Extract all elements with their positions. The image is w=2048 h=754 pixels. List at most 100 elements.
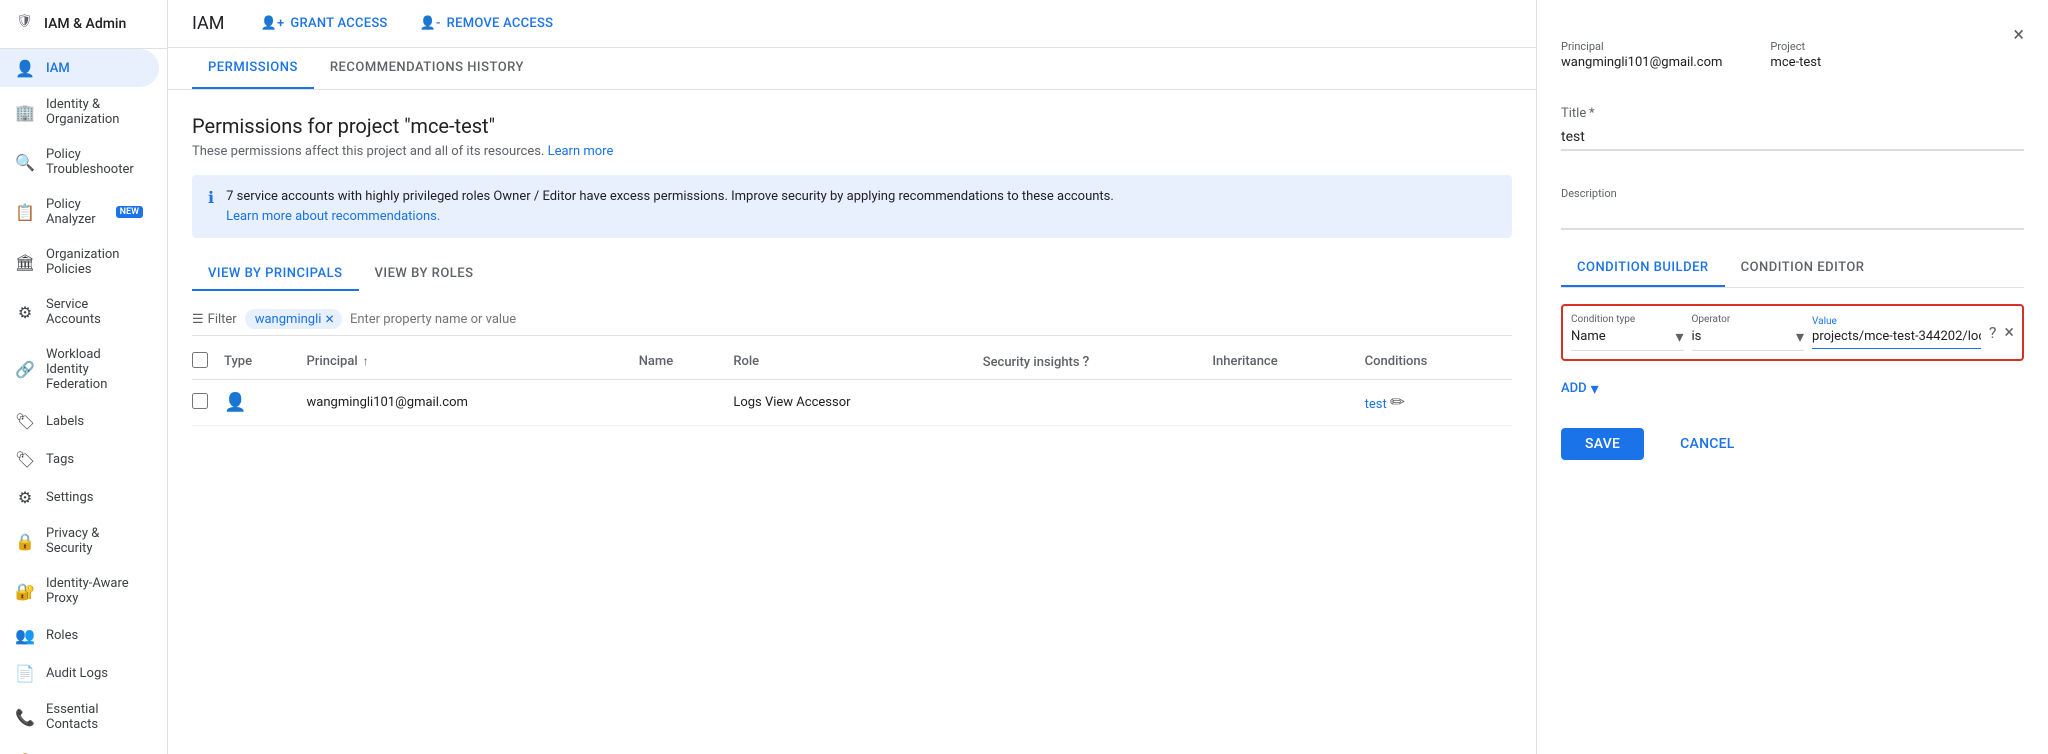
- table-row: 👤 wangmingli101@gmail.com Logs View Acce…: [192, 380, 1512, 426]
- panel-meta: Principal wangmingli101@gmail.com Projec…: [1561, 40, 2024, 70]
- sidebar-item-workload-identity-label: Workload Identity Federation: [46, 347, 143, 392]
- row-checkbox[interactable]: [192, 393, 208, 409]
- project-label: Project: [1770, 40, 1821, 53]
- principal-sort-icon: ↑: [363, 354, 369, 368]
- col-conditions: Conditions: [1365, 344, 1512, 380]
- add-button[interactable]: ADD ▾: [1561, 373, 2024, 404]
- sidebar-item-privacy-security[interactable]: 🔒 Privacy & Security: [0, 516, 159, 566]
- sidebar-item-policy-analyzer[interactable]: 📋 Policy Analyzer NEW: [0, 187, 159, 237]
- sidebar: 🛡 IAM & Admin 👤 IAM 🏢 Identity & Organiz…: [0, 0, 168, 754]
- sidebar-item-roles[interactable]: 👥 Roles: [0, 616, 159, 654]
- app-header: 🛡 IAM & Admin: [0, 0, 167, 49]
- grant-access-button[interactable]: 👤+ GRANT ACCESS: [249, 10, 400, 37]
- value-label: Value: [1812, 316, 1981, 327]
- col-type: Type: [224, 344, 307, 380]
- view-by-roles-button[interactable]: VIEW BY ROLES: [359, 258, 490, 291]
- alert-box: ℹ 7 service accounts with highly privile…: [192, 175, 1512, 238]
- condition-builder-tab[interactable]: CONDITION BUILDER: [1561, 250, 1725, 287]
- audit-logs-icon: 📄: [16, 664, 34, 682]
- panel-meta-principal: Principal wangmingli101@gmail.com: [1561, 40, 1722, 70]
- condition-close-icon[interactable]: ×: [2004, 322, 2014, 343]
- condition-type-select[interactable]: Name: [1571, 329, 1675, 344]
- sidebar-item-policy-troubleshooter[interactable]: 🔍 Policy Troubleshooter: [0, 137, 159, 187]
- panel-close-button[interactable]: ×: [2013, 24, 2024, 44]
- title-label: Title *: [1561, 106, 2024, 121]
- sidebar-item-policy-troubleshooter-label: Policy Troubleshooter: [46, 147, 143, 177]
- person-icon: 👤: [224, 392, 246, 413]
- condition-editor-tab[interactable]: CONDITION EDITOR: [1725, 250, 1881, 287]
- sidebar-item-org-policies[interactable]: 🏛 Organization Policies: [0, 237, 159, 287]
- remove-access-button[interactable]: 👤- REMOVE ACCESS: [408, 10, 566, 37]
- learn-more-link[interactable]: Learn more: [548, 144, 614, 159]
- cell-conditions: test ✏: [1365, 380, 1512, 426]
- sidebar-item-audit-logs[interactable]: 📄 Audit Logs: [0, 654, 159, 692]
- title-input[interactable]: [1561, 121, 2024, 150]
- col-security-insights: Security insights ?: [983, 344, 1213, 380]
- value-input[interactable]: [1812, 329, 1981, 348]
- filter-input[interactable]: [350, 312, 1512, 327]
- col-name: Name: [639, 344, 734, 380]
- col-principal[interactable]: Principal ↑: [307, 344, 639, 380]
- filter-chip-remove[interactable]: ×: [325, 311, 334, 327]
- remove-access-label: REMOVE ACCESS: [447, 16, 554, 31]
- policy-troubleshooter-icon: 🔍: [16, 153, 34, 171]
- cell-name: [639, 380, 734, 426]
- sidebar-item-settings[interactable]: ⚙ Settings: [0, 478, 159, 516]
- condition-type-arrow: ▾: [1675, 327, 1683, 346]
- sidebar-item-privacy-security-label: Privacy & Security: [46, 526, 143, 556]
- roles-icon: 👥: [16, 626, 34, 644]
- settings-icon: ⚙: [16, 488, 34, 506]
- grant-access-icon: 👤+: [261, 16, 285, 31]
- right-panel: × Principal wangmingli101@gmail.com Proj…: [1536, 0, 2048, 754]
- top-bar-actions: 👤+ GRANT ACCESS 👤- REMOVE ACCESS: [249, 10, 566, 37]
- save-button[interactable]: SAVE: [1561, 428, 1644, 460]
- main-tabs: PERMISSIONS RECOMMENDATIONS HISTORY: [168, 48, 1536, 90]
- sidebar-item-policy-analyzer-label: Policy Analyzer: [46, 197, 110, 227]
- sidebar-item-tags-label: Tags: [46, 452, 74, 467]
- sidebar-item-identity-org[interactable]: 🏢 Identity & Organization: [0, 87, 159, 137]
- sidebar-item-workload-identity[interactable]: 🔗 Workload Identity Federation: [0, 337, 159, 402]
- sidebar-item-roles-label: Roles: [46, 628, 78, 643]
- sidebar-item-service-accounts[interactable]: ⚙ Service Accounts: [0, 287, 159, 337]
- security-insights-help-icon[interactable]: ?: [1083, 354, 1090, 370]
- condition-row: Condition type Name ▾ Operator is ▾ Valu…: [1561, 304, 2024, 361]
- panel-actions: SAVE CANCEL: [1561, 428, 2024, 460]
- principal-label: Principal: [1561, 40, 1722, 53]
- condition-help-icon[interactable]: ?: [1989, 323, 1997, 342]
- sidebar-item-tags[interactable]: 🏷 Tags: [0, 440, 159, 478]
- title-field-wrapper: Title *: [1561, 90, 2024, 151]
- sidebar-item-service-accounts-label: Service Accounts: [46, 297, 143, 327]
- principal-value: wangmingli101@gmail.com: [1561, 55, 1722, 70]
- remove-access-icon: 👤-: [420, 16, 441, 31]
- col-role: Role: [733, 344, 982, 380]
- operator-wrapper: Operator is ▾: [1692, 314, 1805, 351]
- sidebar-item-essential-contacts[interactable]: 📞 Essential Contacts: [0, 692, 159, 742]
- description-field-wrapper: Description: [1561, 171, 2024, 230]
- cancel-button[interactable]: CANCEL: [1656, 428, 1758, 460]
- description-input[interactable]: [1561, 200, 2024, 229]
- sidebar-item-labels-label: Labels: [46, 414, 84, 429]
- tab-permissions[interactable]: PERMISSIONS: [192, 48, 314, 89]
- iam-icon: 👤: [16, 59, 34, 77]
- sidebar-item-labels[interactable]: 🏷 Labels: [0, 402, 159, 440]
- sidebar-item-identity-aware-proxy-label: Identity-Aware Proxy: [46, 576, 143, 606]
- select-all-checkbox[interactable]: [192, 352, 208, 368]
- edit-condition-icon[interactable]: ✏: [1390, 392, 1405, 413]
- main-content: IAM 👤+ GRANT ACCESS 👤- REMOVE ACCESS PER…: [168, 0, 1536, 754]
- operator-select[interactable]: is: [1692, 329, 1796, 344]
- condition-link[interactable]: test: [1365, 397, 1387, 412]
- add-label: ADD: [1561, 381, 1587, 396]
- grant-access-label: GRANT ACCESS: [290, 16, 387, 31]
- filter-button[interactable]: ☰ Filter: [192, 312, 237, 327]
- identity-aware-proxy-icon: 🔐: [16, 582, 34, 600]
- view-by-principals-button[interactable]: VIEW BY PRINCIPALS: [192, 258, 359, 291]
- cell-principal: wangmingli101@gmail.com: [307, 380, 639, 426]
- sidebar-item-identity-aware-proxy[interactable]: 🔐 Identity-Aware Proxy: [0, 566, 159, 616]
- sidebar-item-org-policies-label: Organization Policies: [46, 247, 143, 277]
- page-subtitle: These permissions affect this project an…: [192, 144, 1512, 159]
- tab-recommendations-history[interactable]: RECOMMENDATIONS HISTORY: [314, 48, 540, 89]
- alert-learn-more-link[interactable]: Learn more about recommendations.: [226, 209, 440, 224]
- sidebar-item-asset-inventory[interactable]: 📦 Asset Inventory: [0, 742, 159, 754]
- sidebar-item-iam-label: IAM: [46, 61, 70, 76]
- sidebar-item-iam[interactable]: 👤 IAM: [0, 49, 159, 87]
